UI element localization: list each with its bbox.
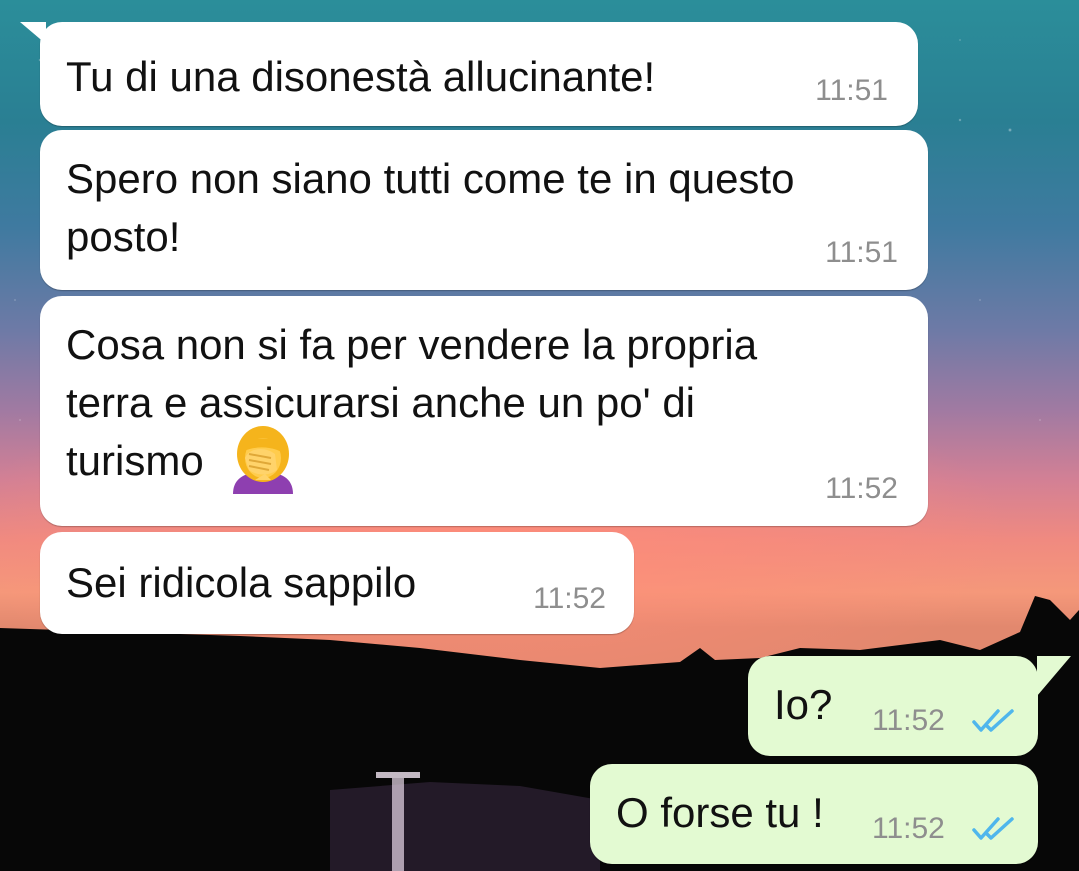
message-text-line: Spero non siano tutti come te in questo	[66, 155, 795, 202]
message-timestamp: 11:51	[825, 236, 898, 269]
outgoing-message[interactable]: O forse tu ! 11:52	[590, 764, 1038, 864]
message-timestamp: 11:51	[815, 74, 888, 107]
message-text: Tu di una disonestà allucinante!	[66, 53, 656, 100]
message-text: Cosa non si fa per vendere la propria te…	[66, 316, 757, 496]
woman-facepalming-icon	[233, 426, 294, 494]
message-text: O forse tu !	[616, 789, 824, 836]
message-text-line: terra e assicurarsi anche un po' di	[66, 379, 696, 426]
message-text: Spero non siano tutti come te in questo …	[66, 150, 794, 266]
incoming-message[interactable]: Tu di una disonestà allucinante! 11:51	[20, 22, 918, 126]
incoming-message[interactable]: Spero non siano tutti come te in questo …	[40, 130, 928, 290]
message-text: Io?	[774, 681, 833, 728]
message-text-line: Cosa non si fa per vendere la propria	[66, 321, 758, 368]
message-timestamp: 11:52	[825, 472, 898, 505]
incoming-message[interactable]: Sei ridicola sappilo 11:52	[40, 532, 634, 634]
bubble-tail	[20, 22, 46, 44]
message-text: Sei ridicola sappilo	[66, 559, 417, 606]
message-timestamp: 11:52	[872, 812, 945, 845]
message-timestamp: 11:52	[533, 582, 606, 615]
incoming-message[interactable]: Cosa non si fa per vendere la propria te…	[40, 296, 928, 526]
read-ticks-icon	[972, 709, 1014, 732]
outgoing-message[interactable]: Io? 11:52	[748, 656, 1071, 756]
message-text-line: posto!	[66, 213, 181, 260]
message-timestamp: 11:52	[872, 704, 945, 737]
bubble-tail	[1037, 656, 1071, 696]
message-text-line: turismo	[66, 437, 204, 485]
read-ticks-icon	[972, 817, 1014, 840]
